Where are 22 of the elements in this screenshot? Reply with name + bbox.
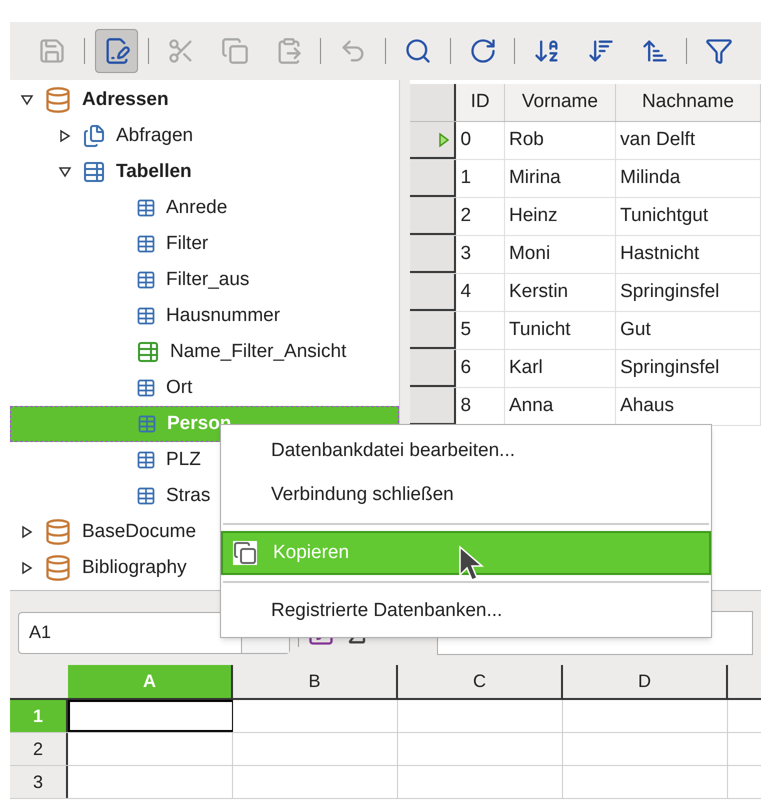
table-cell: Karl: [504, 350, 616, 387]
cell-reference: A1: [28, 621, 52, 644]
table-cell: 4: [456, 274, 505, 311]
table-cell: 5: [456, 312, 505, 349]
table-cell: Hastnicht: [616, 236, 761, 273]
table-cell: Kerstin: [504, 274, 616, 311]
table-cell: Heinz: [504, 198, 616, 235]
table-cell: Gut: [616, 312, 761, 349]
table-cell: Mirina: [504, 160, 616, 197]
table-cell: Milinda: [616, 160, 761, 197]
table-cell: 2: [456, 198, 505, 235]
table-cell: 0: [456, 122, 505, 159]
table-cell: Springinsfel: [616, 350, 761, 387]
table-cell: Tunichtgut: [616, 198, 761, 235]
table-cell: 3: [456, 236, 505, 273]
table-cell: Rob: [504, 122, 616, 159]
table-cell: Tunicht: [504, 312, 616, 349]
table-cell: Springinsfel: [616, 274, 761, 311]
table-cell: van Delft: [616, 122, 761, 159]
table-cell: 6: [456, 350, 505, 387]
table-cell: Moni: [504, 236, 616, 273]
table-cell: 1: [456, 160, 505, 197]
